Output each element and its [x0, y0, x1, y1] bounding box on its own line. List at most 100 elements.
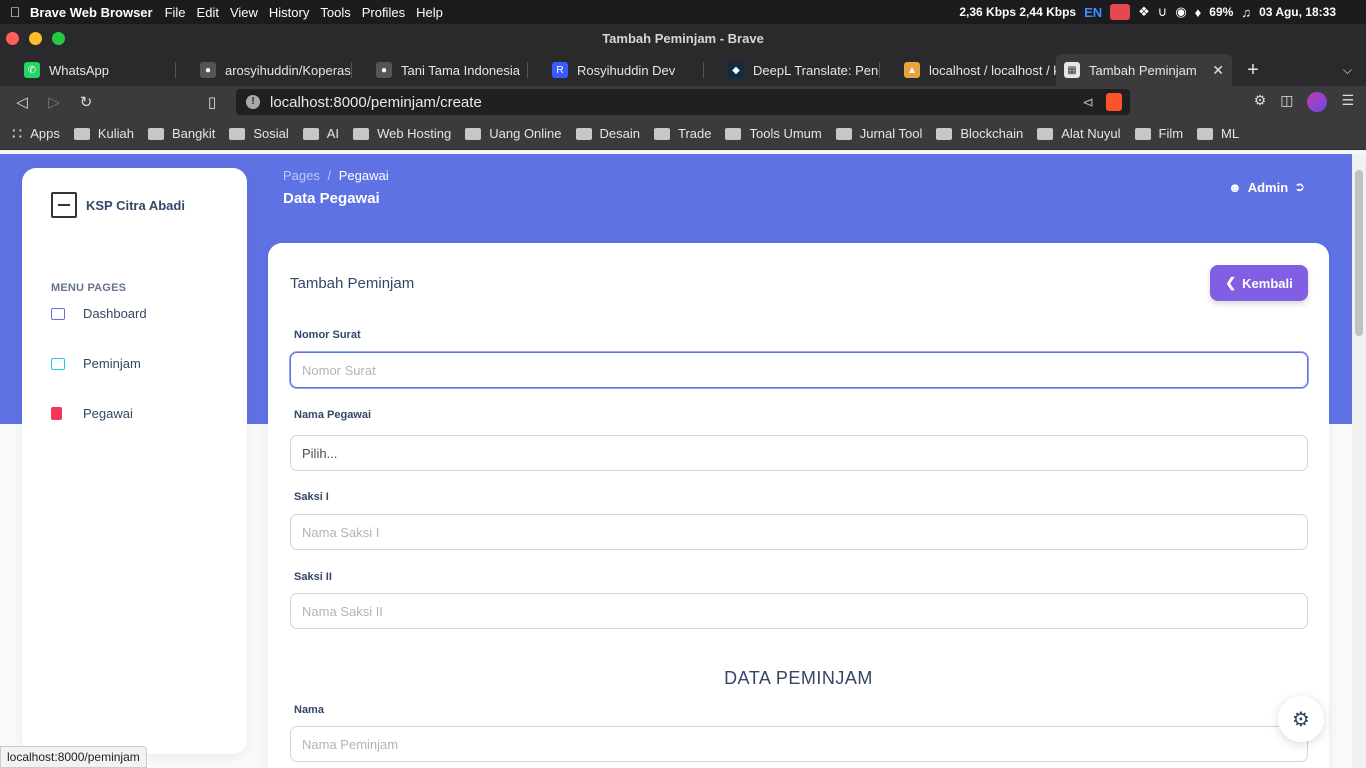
- menu-help[interactable]: Help: [416, 5, 443, 20]
- saksi1-input[interactable]: [290, 514, 1308, 550]
- tab-search-chevron-icon[interactable]: ⌵: [1343, 63, 1352, 78]
- tab-label: localhost / localhost / kop: [929, 62, 1056, 78]
- nama-pegawai-select[interactable]: Pilih...: [290, 435, 1308, 471]
- nama-input[interactable]: [290, 726, 1308, 762]
- tab-label: Tambah Peminjam: [1089, 62, 1197, 78]
- menu-history[interactable]: History: [269, 5, 309, 20]
- brave-shields-icon[interactable]: [1106, 93, 1122, 111]
- reload-button[interactable]: ↻: [70, 93, 102, 111]
- menu-edit[interactable]: Edit: [197, 5, 219, 20]
- clock[interactable]: 03 Agu, 18:33: [1259, 5, 1336, 19]
- select-value: Pilih...: [302, 445, 338, 461]
- list-icon: [51, 357, 65, 370]
- bookmark-folder[interactable]: Web Hosting: [353, 126, 451, 141]
- bookmark-folder[interactable]: Sosial: [229, 126, 289, 141]
- nomor-surat-input[interactable]: [290, 352, 1308, 388]
- page-icon: ▦: [1064, 62, 1080, 78]
- menu-view[interactable]: View: [230, 5, 258, 20]
- notification-bell-icon[interactable]: ♦: [1195, 5, 1202, 20]
- menu-profiles[interactable]: Profiles: [362, 5, 405, 20]
- page-title: Data Pegawai: [283, 190, 380, 207]
- profile-avatar[interactable]: [1307, 92, 1328, 112]
- bookmark-label: Desain: [599, 126, 640, 141]
- bookmark-folder[interactable]: Alat Nuyul: [1037, 126, 1121, 141]
- bookmark-folder[interactable]: Bangkit: [147, 126, 215, 141]
- bookmark-label: Apps: [30, 126, 60, 141]
- folder-icon: [465, 127, 482, 140]
- tab-rosyihuddin-dev[interactable]: R Rosyihuddin Dev: [528, 54, 704, 86]
- saksi2-label: Saksi II: [294, 571, 332, 583]
- network-speed: 2,36 Kbps 2,44 Kbps: [959, 5, 1077, 19]
- back-button[interactable]: ◁: [6, 93, 38, 111]
- forward-button[interactable]: ▷: [38, 93, 70, 111]
- tab-tani-tama[interactable]: ● Tani Tama Indonesia: [352, 54, 528, 86]
- close-window-button[interactable]: [6, 32, 19, 45]
- tab-phpmyadmin[interactable]: ▲ localhost / localhost / kop: [880, 54, 1056, 86]
- new-tab-button[interactable]: +: [1238, 59, 1268, 82]
- menu-file[interactable]: File: [165, 5, 186, 20]
- bookmark-folder[interactable]: Kuliah: [73, 126, 134, 141]
- browser-menu-icon[interactable]: ☰: [1341, 92, 1354, 112]
- bookmark-folder[interactable]: Desain: [575, 126, 640, 141]
- share-icon[interactable]: ⊲: [1082, 94, 1094, 111]
- site-info-icon[interactable]: !: [246, 95, 260, 109]
- tab-tambah-peminjam[interactable]: ▦ Tambah Peminjam ✕: [1056, 54, 1232, 86]
- sidebar-item-peminjam[interactable]: Peminjam: [51, 356, 141, 371]
- bluetooth-icon[interactable]: ❖: [1138, 4, 1150, 20]
- bookmark-apps[interactable]: ∷ Apps: [12, 124, 60, 144]
- site-icon: R: [552, 62, 568, 78]
- tab-deepl[interactable]: ◆ DeepL Translate: Penerje: [704, 54, 880, 86]
- volume-icon[interactable]: ♫: [1241, 5, 1251, 20]
- bookmarks-bar: ∷ Apps Kuliah Bangkit Sosial AI Web Host…: [0, 118, 1366, 150]
- sidebar-item-pegawai[interactable]: Pegawai: [51, 406, 133, 421]
- phpmyadmin-icon: ▲: [904, 62, 920, 78]
- magnet-icon[interactable]: ∪: [1158, 4, 1168, 20]
- maximize-window-button[interactable]: [52, 32, 65, 45]
- tab-label: Rosyihuddin Dev: [577, 62, 676, 78]
- saksi1-label: Saksi I: [294, 491, 329, 503]
- nomor-surat-label: Nomor Surat: [294, 329, 361, 341]
- wifi-icon[interactable]: ◉: [1175, 4, 1186, 20]
- bookmark-icon[interactable]: ▯: [196, 93, 228, 111]
- back-button[interactable]: ❮ Kembali: [1210, 265, 1308, 301]
- bookmark-folder[interactable]: AI: [302, 126, 339, 141]
- bookmark-folder[interactable]: Tools Umum: [725, 126, 822, 141]
- sidebar-item-label: Peminjam: [83, 356, 141, 371]
- github-icon: ●: [200, 62, 216, 78]
- form-title: Tambah Peminjam: [290, 275, 415, 292]
- settings-fab[interactable]: ⚙: [1278, 696, 1324, 742]
- address-url[interactable]: localhost:8000/peminjam/create: [270, 94, 482, 111]
- anydesk-icon[interactable]: [1110, 4, 1131, 20]
- menu-tools[interactable]: Tools: [320, 5, 350, 20]
- folder-icon: [725, 127, 742, 140]
- bookmark-folder[interactable]: ML: [1197, 126, 1239, 141]
- bookmark-folder[interactable]: Jurnal Tool: [835, 126, 922, 141]
- sidebar-toggle-icon[interactable]: ◫: [1280, 92, 1293, 112]
- brand[interactable]: KSP Citra Abadi: [51, 192, 185, 218]
- tab-label: WhatsApp: [49, 62, 109, 78]
- breadcrumb-root[interactable]: Pages: [283, 168, 320, 183]
- user-menu[interactable]: ☻ Admin ➲: [1228, 179, 1305, 195]
- bookmark-folder[interactable]: Film: [1134, 126, 1183, 141]
- minimize-window-button[interactable]: [29, 32, 42, 45]
- logout-icon[interactable]: ➲: [1294, 179, 1305, 195]
- battery-level[interactable]: 69%: [1209, 5, 1233, 19]
- tab-github-koperasi[interactable]: ● arosyihuddin/Koperasi-Si: [176, 54, 352, 86]
- app-name[interactable]: Brave Web Browser: [30, 5, 153, 20]
- bookmark-folder[interactable]: Trade: [654, 126, 711, 141]
- sidebar-item-dashboard[interactable]: Dashboard: [51, 306, 147, 321]
- folder-icon: [575, 127, 592, 140]
- apple-icon[interactable]: : [4, 4, 26, 20]
- bookmark-folder[interactable]: Uang Online: [465, 126, 562, 141]
- input-language[interactable]: EN: [1084, 5, 1102, 20]
- extensions-icon[interactable]: ⚙: [1254, 92, 1267, 112]
- scrollbar-thumb[interactable]: [1355, 170, 1363, 336]
- page-scrollbar[interactable]: [1352, 154, 1366, 768]
- bookmark-folder[interactable]: Blockchain: [936, 126, 1023, 141]
- address-bar[interactable]: ! localhost:8000/peminjam/create ⊲: [236, 89, 1130, 115]
- folder-icon: [1134, 127, 1151, 140]
- close-tab-icon[interactable]: ✕: [1212, 62, 1224, 79]
- deepl-icon: ◆: [728, 62, 744, 78]
- saksi2-input[interactable]: [290, 593, 1308, 629]
- tab-whatsapp[interactable]: ✆ WhatsApp: [0, 54, 176, 86]
